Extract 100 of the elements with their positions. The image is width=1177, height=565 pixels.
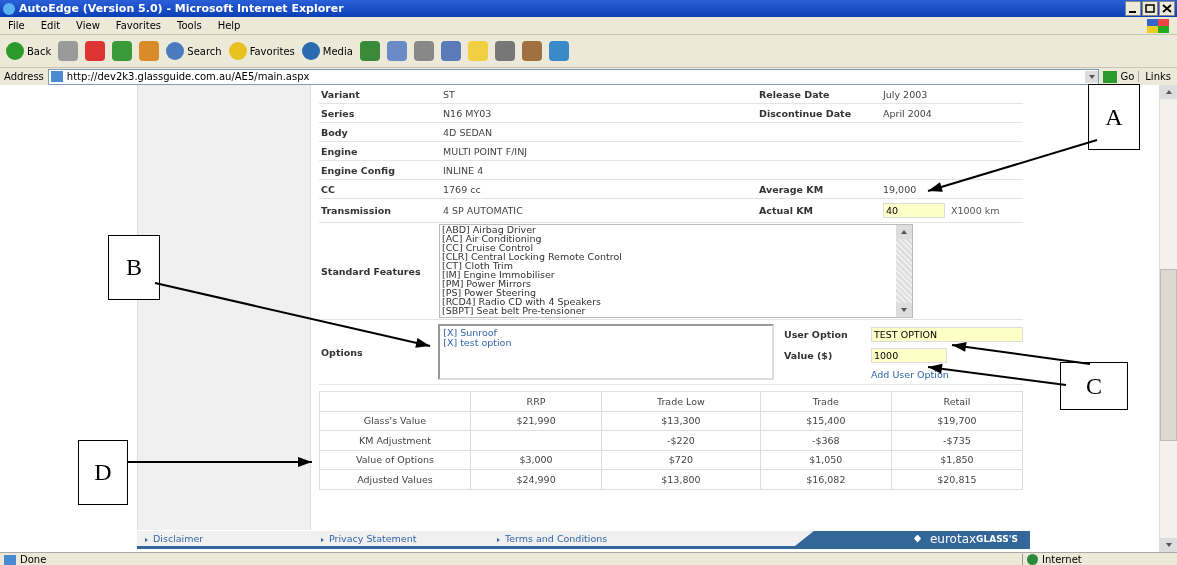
row-label: Adjusted Values xyxy=(319,469,471,489)
field-label: Standard Features xyxy=(320,265,422,277)
options-list[interactable]: [X] Sunroof [X] test option xyxy=(438,324,774,380)
page-scrollbar[interactable] xyxy=(1159,85,1177,552)
table-cell: -$368 xyxy=(812,434,840,446)
field-value: ST xyxy=(441,85,757,104)
field-value: 1769 cc xyxy=(441,179,757,199)
add-user-option-link[interactable]: Add User Option xyxy=(871,368,1023,380)
option-item[interactable]: [X] Sunroof xyxy=(443,328,769,338)
minimize-button[interactable] xyxy=(1125,1,1141,16)
toolbar-button[interactable]: Search xyxy=(166,42,222,60)
field-label: Average KM xyxy=(757,179,881,199)
window-title: AutoEdge (Version 5.0) - Microsoft Internet Explorer xyxy=(19,2,345,15)
bullet-icon xyxy=(497,537,500,542)
table-cell: $19,700 xyxy=(937,415,977,427)
unit-label: X1000 km xyxy=(951,205,1000,216)
field-label: User Option xyxy=(784,328,849,340)
features-list[interactable] xyxy=(439,224,913,318)
field-label: Body xyxy=(319,122,441,142)
page-icon xyxy=(50,71,63,82)
footer-link[interactable]: Disclaimer xyxy=(153,533,204,544)
column-header: Retail xyxy=(891,391,1023,411)
field-value: 4D SEDAN xyxy=(441,122,757,142)
page-icon xyxy=(4,554,16,565)
row-label: Glass's Value xyxy=(319,411,471,431)
toolbar-button[interactable]: Favorites xyxy=(228,42,295,60)
links-button[interactable]: Links xyxy=(1138,71,1171,82)
field-value: July 2003 xyxy=(883,88,928,100)
column-header: RRP xyxy=(470,391,602,411)
address-field[interactable]: http://dev2k3.glassguide.com.au/AE5/main.aspx xyxy=(47,68,1100,85)
field-value: N16 MY03 xyxy=(441,103,757,123)
status-text: Done xyxy=(20,554,47,565)
column-header: Trade xyxy=(760,391,892,411)
table-cell: $720 xyxy=(668,454,693,466)
field-label: CC xyxy=(319,179,441,199)
row-label: KM Adjustment xyxy=(319,430,471,450)
option-item[interactable]: [X] test option xyxy=(443,338,769,348)
field-value: INLINE 4 xyxy=(441,160,757,180)
field-value: MULTI POINT F/INJ xyxy=(441,141,757,161)
feature-item: [RCD4] Radio CD with 4 Speakers xyxy=(442,297,603,306)
scrollbar[interactable] xyxy=(896,225,912,317)
menu-item[interactable]: Tools xyxy=(169,20,210,31)
toolbar-button[interactable]: Media xyxy=(301,42,353,60)
field-label: Transmission xyxy=(319,198,441,223)
table-cell: $20,815 xyxy=(937,473,977,485)
feature-item: [ABD] Airbag Driver xyxy=(442,225,537,234)
field-label: Actual KM xyxy=(757,198,881,223)
toolbar-button[interactable]: Back xyxy=(6,42,52,60)
menu-item[interactable]: File xyxy=(0,20,33,31)
url-text: http://dev2k3.glassguide.com.au/AE5/main.aspx xyxy=(66,71,310,82)
close-button[interactable] xyxy=(1159,1,1175,16)
column-header: Trade Low xyxy=(601,391,761,411)
table-cell: $16,082 xyxy=(806,473,846,485)
logo-text: GLASS'S xyxy=(976,533,1018,544)
table-cell: $24,990 xyxy=(516,473,556,485)
footer-link[interactable]: Terms and Conditions xyxy=(505,533,608,544)
field-value: 19,000 xyxy=(883,183,917,195)
maximize-button[interactable] xyxy=(1142,1,1158,16)
table-cell: $13,800 xyxy=(661,473,701,485)
field-label: Discontinue Date xyxy=(757,103,881,123)
field-label: Variant xyxy=(319,85,441,104)
bullet-icon xyxy=(321,537,324,542)
field-label: Release Date xyxy=(757,85,881,104)
input-field[interactable]: 40 xyxy=(883,203,945,218)
input-field[interactable]: 1000 xyxy=(871,347,947,363)
logo-text: eurotax xyxy=(929,531,977,546)
feature-item: [IM] Engine Immobiliser xyxy=(442,270,556,279)
go-button[interactable]: Go xyxy=(1103,70,1135,83)
feature-item: [PS] Power Steering xyxy=(442,288,537,297)
feature-item: [CLR] Central Locking Remote Control xyxy=(442,252,623,261)
dropdown-icon[interactable] xyxy=(1085,70,1099,83)
field-label: Engine Config xyxy=(319,160,441,180)
field-label: Series xyxy=(319,103,441,123)
menu-item[interactable]: Help xyxy=(209,20,249,31)
table-cell: $1,850 xyxy=(940,454,974,466)
table-cell: -$220 xyxy=(667,434,695,446)
address-label: Address xyxy=(4,71,44,82)
table-cell: -$735 xyxy=(943,434,971,446)
callout-box: C xyxy=(1060,362,1128,410)
feature-item: [CC] Cruise Control xyxy=(442,243,534,252)
field-label: Value ($) xyxy=(784,349,834,361)
input-field[interactable]: TEST OPTION xyxy=(871,326,1023,342)
field-label: Options xyxy=(320,346,364,358)
footer-link[interactable]: Privacy Statement xyxy=(329,533,417,544)
feature-item: [CT] Cloth Trim xyxy=(442,261,513,270)
table-cell: $3,000 xyxy=(519,454,553,466)
table-cell: $15,400 xyxy=(806,415,846,427)
callout-box: A xyxy=(1088,84,1140,150)
table-cell: $13,300 xyxy=(661,415,701,427)
callout-box: B xyxy=(108,235,160,300)
field-label: Engine xyxy=(319,141,441,161)
menu-item[interactable]: Favorites xyxy=(107,20,169,31)
windows-logo-icon xyxy=(1147,18,1169,33)
zone-indicator: Internet xyxy=(1022,554,1177,565)
feature-item: [AC] Air Conditioning xyxy=(442,234,543,243)
feature-item: [SBPT] Seat belt Pre-tensioner xyxy=(442,306,586,315)
table-cell: $1,050 xyxy=(809,454,843,466)
callout-box: D xyxy=(78,440,128,505)
menu-item[interactable]: Edit xyxy=(32,20,69,31)
menu-item[interactable]: View xyxy=(68,20,108,31)
